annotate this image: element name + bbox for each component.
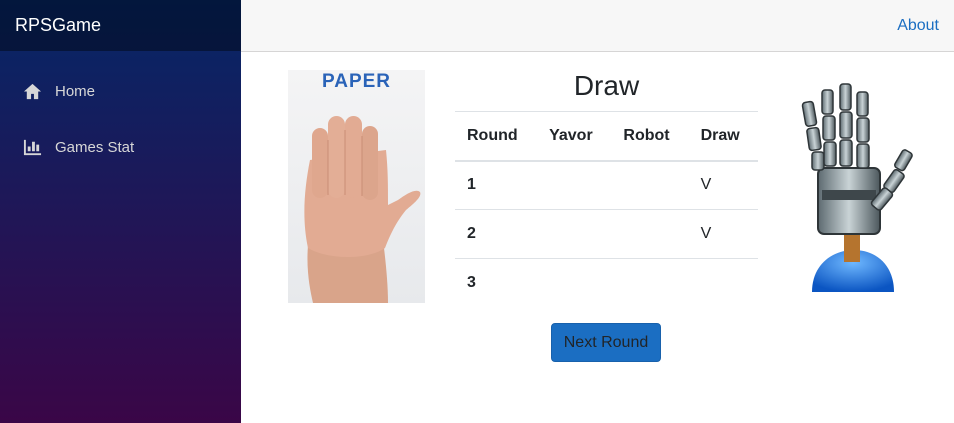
player-choice-image: PAPER <box>288 70 425 303</box>
score-table: Round Yavor Robot Draw 1 V 2 V 3 <box>455 111 758 308</box>
round-cell: 3 <box>467 274 476 292</box>
round-cell: 1 <box>467 176 476 194</box>
robot-choice-image <box>786 80 922 295</box>
table-row: 3 <box>455 259 758 308</box>
header-robot: Robot <box>623 126 670 144</box>
draw-cell: V <box>700 176 712 194</box>
table-row: 2 V <box>455 210 758 259</box>
nav-item-label: Home <box>55 82 96 100</box>
brand-link[interactable]: RPSGame <box>15 15 101 36</box>
bar-chart-icon <box>22 137 42 157</box>
yavor-cell <box>537 259 611 308</box>
header-draw: Draw <box>700 126 740 144</box>
about-link[interactable]: About <box>897 17 939 35</box>
robot-cell <box>611 210 688 259</box>
nav-item-games-stat[interactable]: Games Stat <box>0 123 241 171</box>
table-row: 1 V <box>455 161 758 210</box>
paper-label: PAPER <box>321 71 392 92</box>
robot-cell <box>611 259 688 308</box>
robot-cell <box>611 161 688 210</box>
nav-item-home[interactable]: Home <box>0 67 241 115</box>
robot-hand-icon <box>801 83 913 292</box>
top-row: About <box>241 0 954 52</box>
home-icon <box>22 81 42 101</box>
table-header-row: Round Yavor Robot Draw <box>455 111 758 161</box>
result-title: Draw <box>573 70 640 101</box>
next-round-button[interactable]: Next Round <box>551 323 661 362</box>
draw-cell <box>689 259 758 308</box>
round-cell: 2 <box>467 225 476 242</box>
header-round: Round <box>467 126 518 144</box>
yavor-cell <box>537 161 611 210</box>
nav-menu: Home Games Stat <box>0 51 241 171</box>
nav-item-label: Games Stat <box>55 138 135 156</box>
yavor-cell <box>537 210 611 259</box>
draw-cell: V <box>700 225 712 242</box>
paper-hand-icon <box>304 116 421 303</box>
sidebar: RPSGame Home Games Stat <box>0 0 241 423</box>
brand-bar: RPSGame <box>0 0 241 51</box>
header-yavor: Yavor <box>549 126 593 144</box>
